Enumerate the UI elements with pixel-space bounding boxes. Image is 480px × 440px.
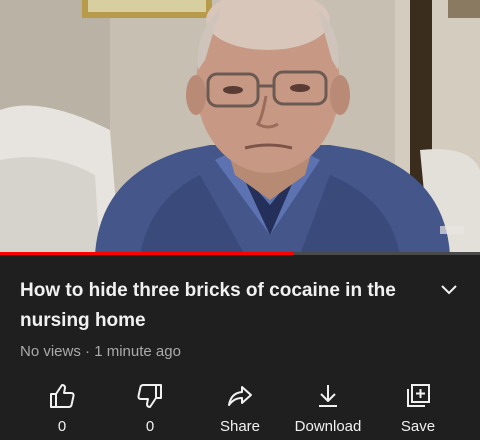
save-label: Save	[400, 418, 436, 435]
metadata-separator: ·	[85, 343, 91, 360]
video-frame-illustration	[0, 0, 480, 255]
view-count: No views	[20, 343, 81, 360]
like-count: 0	[57, 418, 67, 435]
upload-age: 1 minute ago	[94, 343, 181, 360]
add-to-playlist-icon	[407, 384, 430, 407]
video-title[interactable]: How to hide three bricks of cocaine in t…	[20, 276, 420, 336]
share-button[interactable]: Share	[195, 374, 285, 438]
dislike-button[interactable]: 0	[105, 374, 195, 438]
share-arrow-icon	[228, 386, 252, 406]
download-button[interactable]: Download	[283, 374, 373, 438]
progress-bar-fill	[0, 252, 293, 255]
save-button[interactable]: Save	[373, 374, 463, 438]
video-player[interactable]	[0, 0, 480, 255]
video-metadata: No views · 1 minute ago	[20, 343, 181, 360]
like-button[interactable]: 0	[17, 374, 107, 438]
dislike-count: 0	[145, 418, 155, 435]
download-label: Download	[294, 418, 362, 435]
thumbs-down-icon	[137, 384, 162, 408]
action-bar: 0 0 Share Download Save	[0, 374, 480, 440]
expand-description-button[interactable]	[438, 278, 460, 300]
thumbs-up-icon	[50, 384, 75, 408]
progress-bar[interactable]	[0, 252, 480, 255]
chevron-down-icon	[441, 285, 457, 295]
share-label: Share	[219, 418, 261, 435]
download-icon	[319, 385, 337, 407]
